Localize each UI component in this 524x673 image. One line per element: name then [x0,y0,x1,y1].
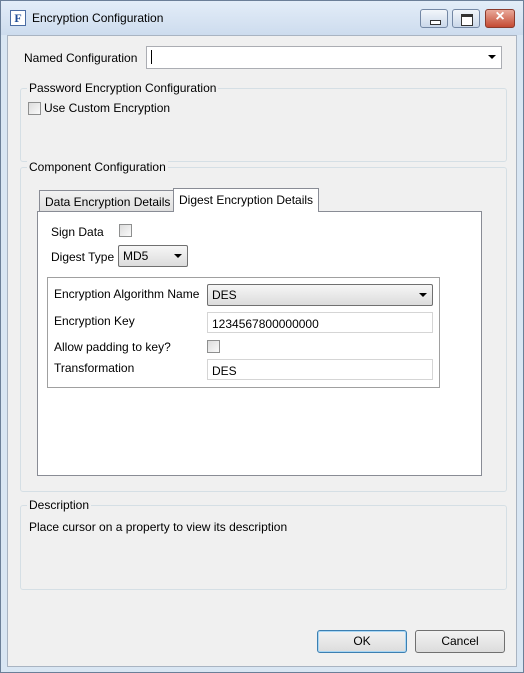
digest-type-select[interactable]: MD5 [118,245,188,267]
minimize-button[interactable] [420,9,448,28]
ok-button[interactable]: OK [317,630,407,653]
named-configuration-combo[interactable] [146,46,502,69]
maximize-button[interactable] [452,9,480,28]
window-title: Encryption Configuration [32,11,164,25]
use-custom-encryption-checkbox[interactable] [28,102,41,115]
sign-data-checkbox[interactable] [119,224,132,237]
password-group-title: Password Encryption Configuration [27,81,219,95]
encryption-config-dialog: F Encryption Configuration Named Configu… [0,0,524,673]
tab-digest-encryption-details[interactable]: Digest Encryption Details [173,188,320,212]
text-caret [151,50,152,64]
dialog-body: Named Configuration Password Encryption … [7,35,517,667]
algorithm-label: Encryption Algorithm Name [54,287,200,301]
cancel-button[interactable]: Cancel [415,630,505,653]
component-configuration-group: Component Configuration Data Encryption … [20,160,507,492]
allow-padding-label: Allow padding to key? [54,340,171,354]
chevron-down-icon[interactable] [488,55,496,59]
algorithm-properties-box: Encryption Algorithm Name DES Encryption… [47,277,440,388]
named-configuration-label: Named Configuration [24,51,138,65]
description-title: Description [27,498,92,512]
transformation-field[interactable]: DES [207,359,433,380]
description-text: Place cursor on a property to view its d… [29,520,288,534]
app-icon: F [10,10,26,26]
chevron-down-icon[interactable] [419,293,427,297]
transformation-label: Transformation [54,361,135,375]
digest-type-label: Digest Type [51,250,115,264]
encryption-key-value: 1234567800000000 [212,317,319,331]
component-group-title: Component Configuration [27,160,168,174]
use-custom-encryption-label: Use Custom Encryption [44,101,171,115]
digest-type-value: MD5 [123,249,149,263]
chevron-down-icon[interactable] [174,254,182,258]
encryption-key-label: Encryption Key [54,314,135,328]
description-group: Description Place cursor on a property t… [20,498,507,590]
encryption-key-field[interactable]: 1234567800000000 [207,312,433,333]
close-button[interactable] [485,8,515,28]
transformation-value: DES [212,364,237,378]
tab-data-encryption-details[interactable]: Data Encryption Details [39,190,177,212]
title-bar[interactable]: F Encryption Configuration [1,1,523,35]
algorithm-select[interactable]: DES [207,284,433,306]
digest-tab-panel: Sign Data Digest Type MD5 Encryption Alg… [37,211,482,476]
password-encryption-group: Password Encryption Configuration Use Cu… [20,81,507,162]
algorithm-value: DES [212,288,237,302]
allow-padding-checkbox[interactable] [207,340,220,353]
sign-data-label: Sign Data [51,225,104,239]
